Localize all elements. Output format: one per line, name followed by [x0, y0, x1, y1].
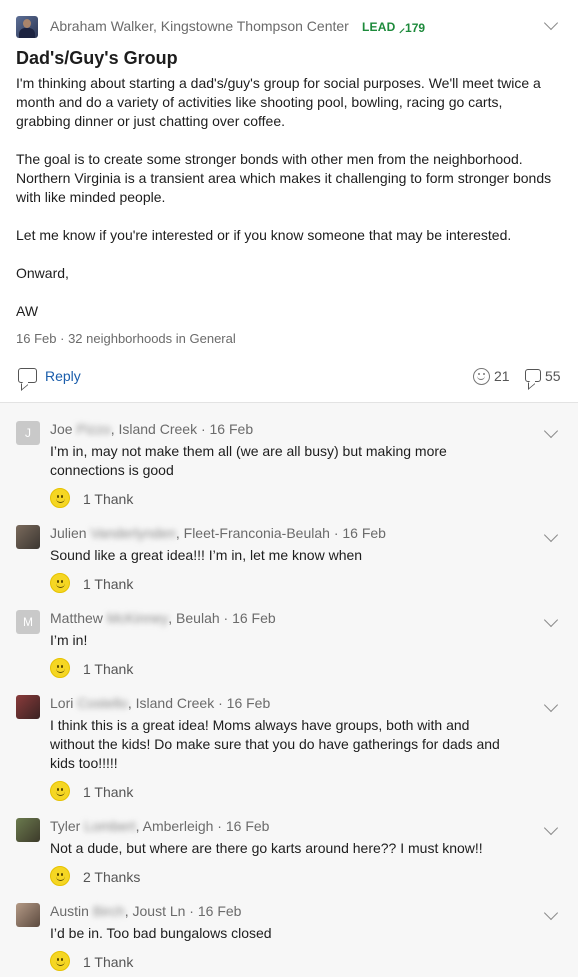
commenter-line: Julien Vanderlynden, Fleet-Franconia-Beu… — [50, 525, 386, 541]
commenter-avatar[interactable] — [16, 818, 40, 842]
comment-text: I think this is a great idea! Moms alway… — [50, 717, 500, 771]
meta-separator: · — [60, 331, 69, 346]
lead-badge: LEAD — [362, 20, 396, 34]
smiley-icon — [50, 573, 70, 593]
comment-text: I’m in! — [50, 632, 88, 648]
commenter-avatar[interactable]: M — [16, 610, 40, 634]
commenter-location-date: , Fleet-Franconia-Beulah · 16 Feb — [175, 525, 386, 541]
commenter-name[interactable]: Tyler — [50, 818, 80, 834]
commenter-name[interactable]: Julien — [50, 525, 87, 541]
thank-button[interactable]: 1 Thank — [50, 951, 170, 973]
commenter-line: Tyler Lombert, Amberleigh · 16 Feb — [50, 818, 269, 834]
commenter-lastname-blurred: McKinney — [106, 610, 169, 626]
chevron-down-icon[interactable] — [543, 905, 559, 921]
post-title: Dad's/Guy's Group — [16, 48, 178, 68]
commenter-location-date: , Amberleigh · 16 Feb — [135, 818, 270, 834]
post-date: 16 Feb — [16, 331, 57, 346]
post-card: Abraham Walker, Kingstowne Thompson Cent… — [0, 0, 578, 977]
commenter-line: Lori Costello, Island Creek · 16 Feb — [50, 695, 270, 711]
post-paragraph: Onward, — [16, 265, 69, 281]
commenter-line: Austin Birch, Joust Ln · 16 Feb — [50, 903, 241, 919]
thank-button[interactable]: 2 Thanks — [50, 866, 170, 888]
chevron-down-icon[interactable] — [543, 612, 559, 628]
thank-button[interactable]: 1 Thank — [50, 573, 170, 595]
thank-button[interactable]: 1 Thank — [50, 781, 170, 803]
comment-text: I’d be in. Too bad bungalows closed — [50, 925, 272, 941]
reply-label: Reply — [45, 368, 81, 384]
commenter-lastname-blurred: Pizzo — [76, 421, 111, 437]
commenter-avatar[interactable] — [16, 903, 40, 927]
post-paragraph: I'm thinking about starting a dad's/guy'… — [16, 75, 541, 129]
post-paragraph: The goal is to create some stronger bond… — [16, 151, 552, 205]
post-paragraph: Let me know if you're interested or if y… — [16, 227, 512, 243]
comment-text: I’m in, may not make them all (we are al… — [50, 443, 447, 478]
smiley-icon — [50, 866, 70, 886]
commenter-location-date: , Beulah · 16 Feb — [168, 610, 276, 626]
thank-count: 1 Thank — [83, 784, 134, 800]
commenter-name[interactable]: Lori — [50, 695, 73, 711]
reaction-icon[interactable] — [473, 368, 490, 385]
smiley-icon — [50, 781, 70, 801]
smiley-icon — [50, 488, 70, 508]
comment-icon[interactable] — [525, 369, 541, 382]
post-audience[interactable]: 32 neighborhoods in General — [68, 331, 236, 346]
comment: Austin Birch, Joust Ln · 16 Feb I’d be i… — [0, 903, 578, 973]
comment: Tyler Lombert, Amberleigh · 16 Feb Not a… — [0, 818, 578, 888]
comment: M Matthew McKinney, Beulah · 16 Feb I’m … — [0, 610, 578, 680]
comment-text: Sound like a great idea!!! I’m in, let m… — [50, 547, 363, 563]
thank-count: 1 Thank — [83, 576, 134, 592]
reply-icon — [18, 368, 37, 383]
author-avatar[interactable] — [16, 16, 38, 38]
thank-button[interactable]: 1 Thank — [50, 658, 170, 680]
commenter-location-date: , Joust Ln · 16 Feb — [124, 903, 242, 919]
thank-button[interactable]: 1 Thank — [50, 488, 170, 510]
comment-list: J Joe Pizzo, Island Creek · 16 Feb I’m i… — [0, 403, 578, 977]
commenter-lastname-blurred: Lombert — [84, 818, 136, 834]
commenter-name[interactable]: Austin — [50, 903, 89, 919]
commenter-line: Joe Pizzo, Island Creek · 16 Feb — [50, 421, 253, 437]
post: Abraham Walker, Kingstowne Thompson Cent… — [0, 0, 578, 403]
reply-button[interactable]: Reply — [16, 366, 96, 388]
commenter-lastname-blurred: Costello — [77, 695, 128, 711]
commenter-lastname-blurred: Vanderlynden — [90, 525, 176, 541]
lead-score: ⸝179 — [399, 19, 425, 36]
comment: Julien Vanderlynden, Fleet-Franconia-Beu… — [0, 525, 578, 595]
commenter-lastname-blurred: Birch — [92, 903, 125, 919]
post-meta: 16 Feb · 32 neighborhoods in General — [16, 331, 236, 346]
comment: J Joe Pizzo, Island Creek · 16 Feb I’m i… — [0, 421, 578, 511]
post-paragraph: AW — [16, 303, 39, 319]
commenter-name[interactable]: Joe — [50, 421, 73, 437]
commenter-avatar[interactable] — [16, 525, 40, 549]
thank-count: 1 Thank — [83, 491, 134, 507]
reaction-count[interactable]: 21 — [494, 368, 510, 384]
post-author[interactable]: Abraham Walker, Kingstowne Thompson Cent… — [50, 18, 349, 34]
commenter-avatar[interactable]: J — [16, 421, 40, 445]
thank-count: 2 Thanks — [83, 869, 141, 885]
smiley-icon — [50, 951, 70, 971]
smiley-icon — [50, 658, 70, 678]
chevron-down-icon[interactable] — [543, 15, 559, 31]
chevron-down-icon[interactable] — [543, 697, 559, 713]
thank-count: 1 Thank — [83, 954, 134, 970]
lead-score-value: 179 — [405, 21, 426, 35]
comment-count[interactable]: 55 — [545, 368, 561, 384]
commenter-line: Matthew McKinney, Beulah · 16 Feb — [50, 610, 276, 626]
chevron-down-icon[interactable] — [543, 423, 559, 439]
commenter-location-date: , Island Creek · 16 Feb — [110, 421, 254, 437]
chevron-down-icon[interactable] — [543, 527, 559, 543]
chevron-down-icon[interactable] — [543, 820, 559, 836]
comment-text: Not a dude, but where are there go karts… — [50, 840, 483, 856]
commenter-name[interactable]: Matthew — [50, 610, 103, 626]
thank-count: 1 Thank — [83, 661, 134, 677]
commenter-location-date: , Island Creek · 16 Feb — [127, 695, 271, 711]
comment: Lori Costello, Island Creek · 16 Feb I t… — [0, 695, 578, 805]
commenter-avatar[interactable] — [16, 695, 40, 719]
